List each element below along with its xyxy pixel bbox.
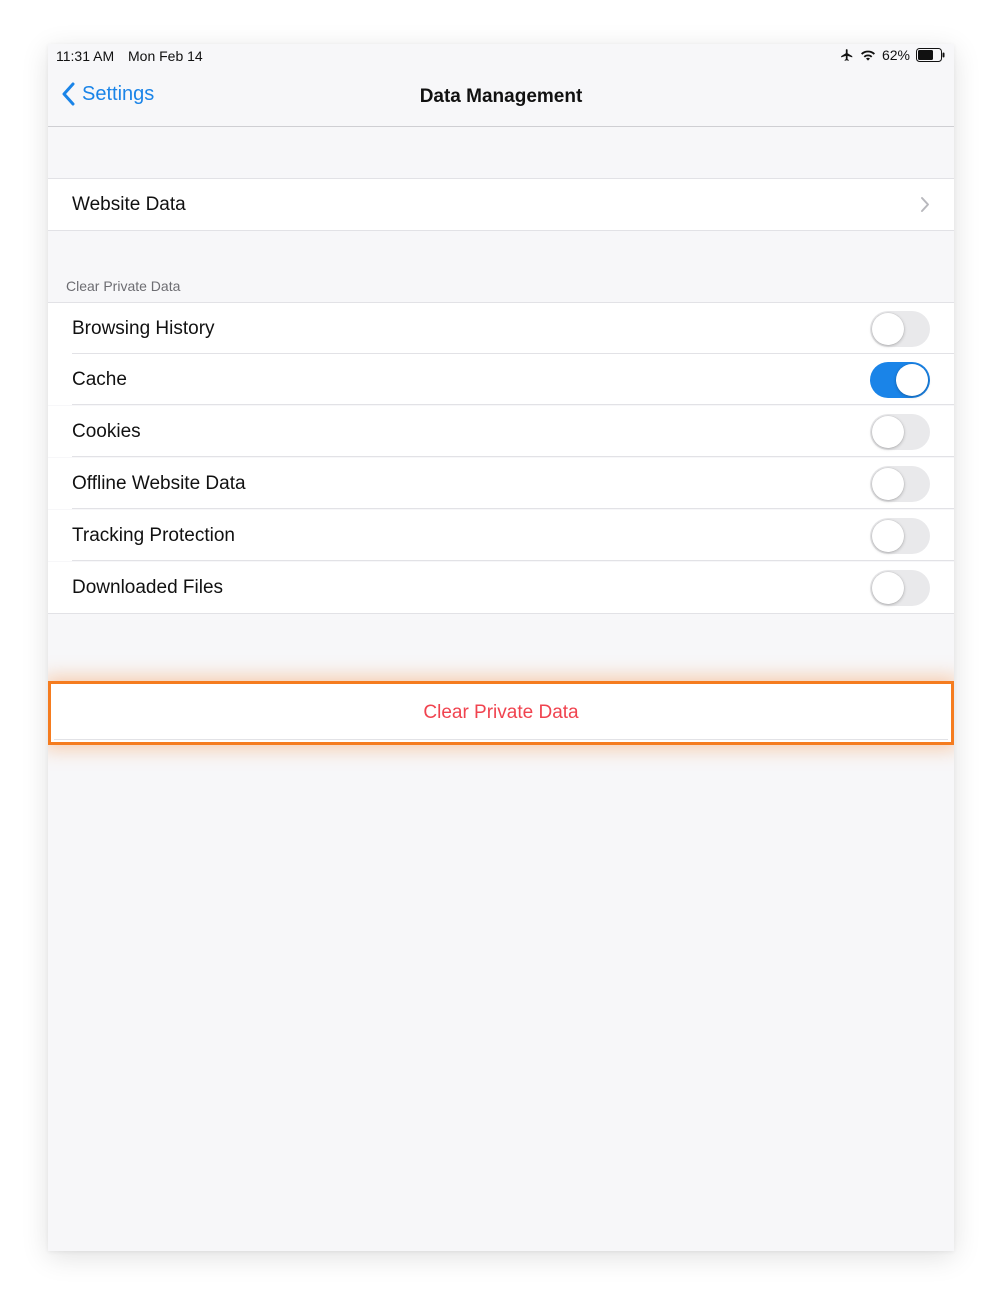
switch-knob	[872, 313, 904, 345]
toggle-label: Downloaded Files	[72, 576, 224, 598]
toggle-row-tracking-protection[interactable]: Tracking Protection	[48, 510, 954, 561]
row-separator	[72, 404, 954, 405]
toggle-label: Cookies	[72, 420, 141, 442]
status-time: 11:31 AM	[56, 48, 115, 64]
status-date: Mon Feb 14	[128, 48, 203, 64]
clear-private-data-button[interactable]: Clear Private Data	[54, 687, 948, 740]
row-separator	[72, 456, 954, 457]
switch-knob	[872, 520, 904, 552]
row-separator	[72, 508, 954, 509]
switch-knob	[896, 364, 928, 396]
toggle-label: Browsing History	[72, 317, 215, 339]
toggle-row-cookies[interactable]: Cookies	[48, 406, 954, 457]
website-data-label: Website Data	[72, 193, 186, 215]
toggle-label: Tracking Protection	[72, 524, 235, 546]
battery-icon	[916, 48, 945, 62]
cache-switch[interactable]	[870, 362, 930, 398]
airplane-icon	[841, 49, 853, 61]
switch-knob	[872, 572, 904, 604]
offline-website-data-switch[interactable]	[870, 466, 930, 502]
clear-private-data-highlight: Clear Private Data	[48, 681, 954, 745]
browsing-history-switch[interactable]	[870, 311, 930, 347]
switch-knob	[872, 416, 904, 448]
wifi-icon	[860, 50, 875, 61]
toggle-row-cache[interactable]: Cache	[48, 354, 954, 405]
tracking-protection-switch[interactable]	[870, 518, 930, 554]
status-bar: 11:31 AM Mon Feb 14 62%	[48, 44, 954, 68]
cookies-switch[interactable]	[870, 414, 930, 450]
ipad-screen: 11:31 AM Mon Feb 14 62% Settings Data Ma…	[48, 44, 954, 1251]
toggle-row-offline-website-data[interactable]: Offline Website Data	[48, 458, 954, 509]
chevron-right-icon	[921, 197, 929, 212]
downloaded-files-switch[interactable]	[870, 570, 930, 606]
toggle-row-browsing-history[interactable]: Browsing History	[48, 302, 954, 354]
switch-knob	[872, 468, 904, 500]
row-separator	[72, 560, 954, 561]
toggle-label: Offline Website Data	[72, 472, 246, 494]
battery-percent: 62%	[881, 47, 910, 63]
toggle-row-downloaded-files[interactable]: Downloaded Files	[48, 562, 954, 614]
navigation-bar: Settings Data Management	[48, 68, 954, 127]
toggle-label: Cache	[72, 368, 127, 390]
page-title: Data Management	[419, 86, 583, 107]
website-data-row[interactable]: Website Data	[48, 178, 954, 231]
section-header: Clear Private Data	[66, 278, 181, 294]
status-right: 62%	[840, 47, 946, 63]
